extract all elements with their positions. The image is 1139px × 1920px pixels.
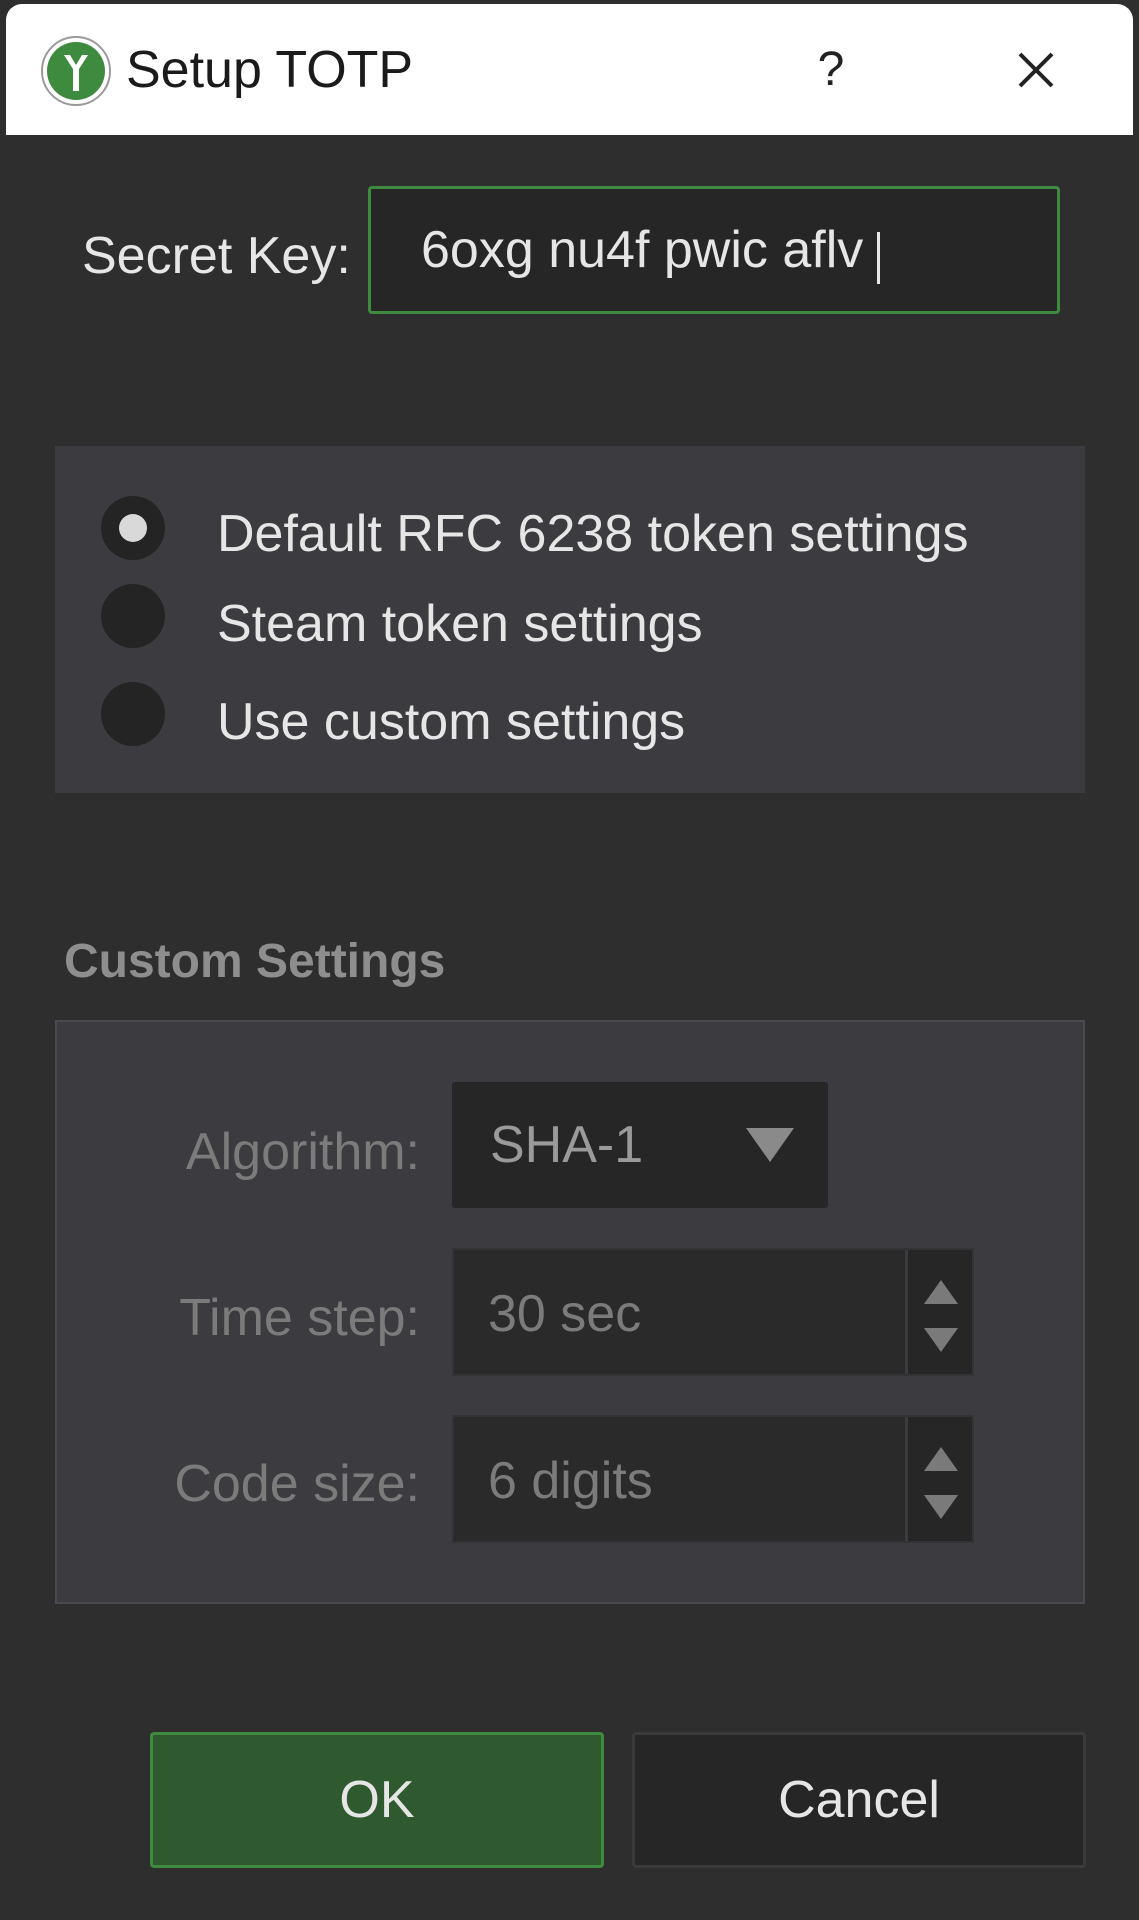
setup-totp-dialog: Setup TOTP ? Secret Key: Default RFC 623… (0, 0, 1139, 1920)
increment-arrow-icon[interactable] (924, 1280, 958, 1304)
radio-label: Default RFC 6238 token settings (217, 505, 969, 563)
time-step-label: Time step: (179, 1289, 420, 1347)
radio-label: Steam token settings (217, 595, 703, 653)
close-icon[interactable] (991, 30, 1081, 110)
time-step-stepper (905, 1250, 972, 1374)
decrement-arrow-icon[interactable] (924, 1328, 958, 1352)
secret-key-label: Secret Key: (82, 227, 351, 285)
radio-label: Use custom settings (217, 693, 686, 751)
time-step-spinbox[interactable]: 30 sec (452, 1248, 974, 1376)
cancel-button[interactable]: Cancel (632, 1732, 1086, 1868)
radio-button-selected[interactable] (101, 496, 165, 560)
radio-steam[interactable]: Steam token settings (55, 584, 1085, 674)
code-size-stepper (905, 1417, 972, 1541)
algorithm-select[interactable]: SHA-1 (452, 1082, 828, 1208)
increment-arrow-icon[interactable] (924, 1447, 958, 1471)
radio-button[interactable] (101, 682, 165, 746)
title-bar: Setup TOTP ? (6, 4, 1133, 135)
code-size-value: 6 digits (488, 1452, 653, 1510)
time-step-value: 30 sec (488, 1285, 642, 1343)
decrement-arrow-icon[interactable] (924, 1495, 958, 1519)
dropdown-arrow-icon (746, 1128, 794, 1162)
custom-settings-title: Custom Settings (64, 935, 446, 988)
radio-button[interactable] (101, 584, 165, 648)
code-size-spinbox[interactable]: 6 digits (452, 1415, 974, 1543)
code-size-label: Code size: (174, 1455, 420, 1513)
secret-key-input[interactable] (368, 186, 1060, 314)
radio-default-rfc[interactable]: Default RFC 6238 token settings (55, 496, 1085, 586)
window-title: Setup TOTP (126, 41, 414, 99)
help-button[interactable]: ? (786, 30, 876, 110)
algorithm-label: Algorithm: (185, 1123, 420, 1181)
radio-custom[interactable]: Use custom settings (55, 682, 1085, 772)
text-cursor (877, 232, 880, 284)
ok-button[interactable]: OK (150, 1732, 604, 1868)
app-logo-icon (41, 36, 111, 106)
preset-radio-group: Default RFC 6238 token settings Steam to… (55, 446, 1085, 793)
algorithm-value: SHA-1 (490, 1116, 644, 1174)
radio-selected-indicator (119, 514, 147, 542)
